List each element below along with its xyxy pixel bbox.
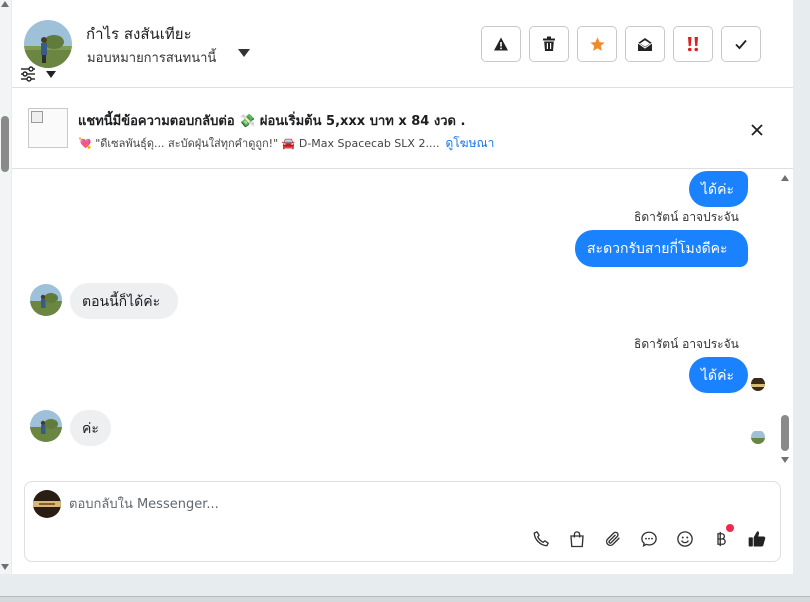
scroll-up-arrow-icon[interactable]	[1, 1, 9, 7]
trash-icon	[543, 36, 555, 51]
warning-icon	[494, 37, 508, 51]
contact-name: กำไร สงสันเทียะ	[86, 25, 192, 43]
filter-chevron-down-icon[interactable]	[46, 71, 56, 78]
contact-avatar-small[interactable]	[30, 284, 62, 316]
composer-toolbar	[530, 524, 768, 550]
reply-composer	[24, 481, 781, 562]
shopping-bag-icon[interactable]	[566, 528, 588, 550]
delete-button[interactable]	[529, 26, 569, 62]
sender-name: ธิดารัตน์ อาจประจัน	[634, 337, 739, 351]
saved-replies-icon[interactable]	[638, 528, 660, 550]
scroll-down-arrow-icon[interactable]	[781, 457, 789, 463]
assign-conversation-dropdown[interactable]: มอบหมายการสนทนานี้	[87, 47, 216, 68]
seen-by-avatar	[751, 377, 765, 391]
exclamation-icon	[687, 37, 699, 52]
scrollbar-thumb[interactable]	[1, 116, 9, 172]
chevron-down-icon[interactable]	[238, 49, 250, 57]
scroll-up-arrow-icon[interactable]	[781, 175, 789, 181]
sender-name: ธิดารัตน์ อาจประจัน	[634, 210, 739, 224]
message-bubble-outgoing[interactable]: ได้ค่ะ	[689, 357, 748, 393]
message-text: สะดวกรับสายกี่โมงดีคะ	[587, 241, 728, 257]
conversation-actions	[481, 26, 761, 62]
conversation-panel: กำไร สงสันเทียะ มอบหมายการสนทนานี้ แชทนี…	[12, 0, 793, 574]
message-bubble-outgoing[interactable]: สะดวกรับสายกี่โมงดีคะ	[575, 230, 748, 267]
thumbs-up-icon[interactable]	[746, 528, 768, 550]
baht-payment-icon[interactable]	[710, 524, 734, 550]
message-bubble-incoming[interactable]: ตอนนี้ก็ได้ค่ะ	[70, 283, 178, 319]
view-ad-link[interactable]: ดูโฆษณา	[445, 136, 494, 150]
scrollbar-thumb[interactable]	[781, 415, 789, 451]
message-thread: ได้ค่ะ ธิดารัตน์ อาจประจัน สะดวกรับสายกี…	[12, 169, 793, 471]
mark-done-button[interactable]	[721, 26, 761, 62]
page-avatar	[33, 490, 61, 518]
report-spam-button[interactable]	[481, 26, 521, 62]
envelope-open-icon	[637, 38, 653, 51]
paperclip-icon[interactable]	[602, 528, 624, 550]
phone-icon[interactable]	[530, 528, 552, 550]
ad-thumbnail[interactable]	[28, 108, 68, 148]
star-icon	[589, 36, 605, 51]
reply-input[interactable]	[69, 492, 669, 516]
star-button[interactable]	[577, 26, 617, 62]
broken-image-icon	[31, 111, 43, 123]
message-text: ตอนนี้ก็ได้ค่ะ	[82, 294, 161, 310]
page-scrollbar[interactable]	[0, 0, 11, 574]
contact-avatar[interactable]	[24, 20, 72, 68]
ad-subtitle-text: 💘 "ดีเซลพันธุ์ดุ... สะบัดฝุ่นใส่ทุกคำดูถ…	[78, 137, 440, 150]
message-bubble-outgoing[interactable]: ได้ค่ะ	[689, 171, 748, 207]
mark-important-button[interactable]	[673, 26, 713, 62]
notification-dot	[726, 524, 734, 532]
contact-avatar-small[interactable]	[30, 410, 62, 442]
mark-unread-button[interactable]	[625, 26, 665, 62]
close-icon[interactable]	[750, 122, 764, 141]
emoji-icon[interactable]	[674, 528, 696, 550]
conversation-header: กำไร สงสันเทียะ มอบหมายการสนทนานี้	[12, 0, 793, 88]
filter-sliders-icon[interactable]	[20, 66, 36, 86]
seen-by-contact-avatar	[751, 430, 765, 444]
message-text: ค่ะ	[82, 421, 99, 437]
ad-subtitle: 💘 "ดีเซลพันธุ์ดุ... สะบัดฝุ่นใส่ทุกคำดูถ…	[78, 134, 494, 153]
check-icon	[735, 39, 747, 50]
scroll-down-arrow-icon[interactable]	[1, 564, 9, 570]
message-text: ได้ค่ะ	[701, 368, 735, 384]
ad-context-banner: แชทนี้มีข้อความตอบกลับต่อ 💸 ผ่อนเริ่มต้น…	[12, 88, 793, 169]
message-text: ได้ค่ะ	[701, 182, 735, 198]
ad-title: แชทนี้มีข้อความตอบกลับต่อ 💸 ผ่อนเริ่มต้น…	[78, 114, 466, 129]
window-bottom-edge	[0, 596, 810, 602]
message-bubble-incoming[interactable]: ค่ะ	[70, 410, 111, 446]
